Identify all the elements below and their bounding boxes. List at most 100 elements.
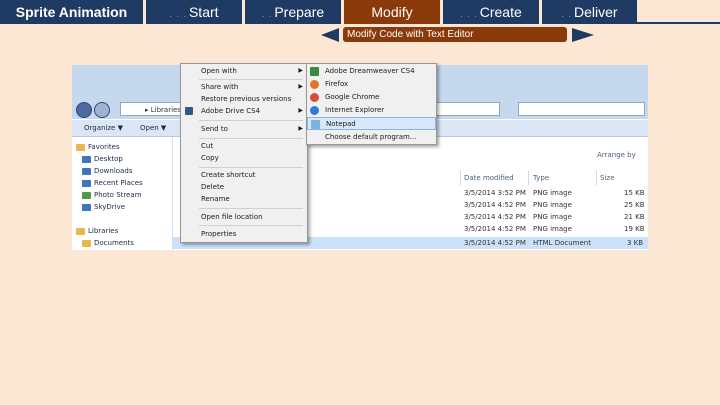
row-size: 3 KB [627, 239, 644, 247]
menu-divider [199, 120, 303, 121]
row-type: PNG image [533, 189, 572, 197]
nav-item-desktop[interactable]: Desktop [82, 153, 123, 165]
tab-deliver[interactable]: . . Deliver [542, 0, 637, 24]
menu-item-label: Create shortcut [201, 171, 256, 179]
nav-item-recent-places[interactable]: Recent Places [82, 177, 143, 189]
menu-item-adobe-drive[interactable]: Adobe Drive CS4 ▶ [181, 105, 307, 117]
menu-divider [199, 79, 303, 80]
menu-divider [199, 167, 303, 168]
menu-divider [199, 138, 303, 139]
menu-item-label: Cut [201, 142, 214, 150]
top-nav-bar: Sprite Animation . . . Start . . Prepare M… [0, 0, 720, 24]
menu-item-label: Restore previous versions [201, 95, 292, 103]
column-header-date[interactable]: Date modified [464, 173, 514, 183]
column-divider[interactable] [596, 171, 597, 185]
menu-item-label: Rename [201, 195, 230, 203]
submenu-item-dreamweaver[interactable]: Adobe Dreamweaver CS4 [307, 65, 436, 78]
desktop-icon [82, 155, 91, 163]
row-size: 25 KB [624, 201, 645, 209]
nav-item-label: Desktop [94, 155, 123, 163]
nav-item-label: Recent Places [94, 179, 143, 187]
tab-prepare[interactable]: . . Prepare [245, 0, 341, 24]
tab-start[interactable]: . . . Start [146, 0, 242, 24]
menu-item-copy[interactable]: Copy [181, 152, 307, 164]
submenu-item-label: Internet Explorer [325, 106, 385, 114]
column-divider[interactable] [460, 171, 461, 185]
downloads-icon [82, 167, 91, 175]
submenu-item-internet-explorer[interactable]: Internet Explorer [307, 104, 436, 117]
menu-item-label: Send to [201, 125, 228, 133]
menu-item-create-shortcut[interactable]: Create shortcut [181, 169, 307, 181]
menu-item-open-file-location[interactable]: Open file location [181, 211, 307, 223]
internet-explorer-icon [310, 106, 319, 115]
nav-item-favorites[interactable]: Favorites [76, 141, 120, 153]
dreamweaver-icon [310, 67, 319, 76]
menu-item-properties[interactable]: Properties [181, 228, 307, 240]
menu-item-open-with[interactable]: Open with ▶ [181, 65, 307, 77]
menu-item-label: Open with [201, 67, 237, 75]
row-type: PNG image [533, 225, 572, 233]
tab-dots: . . . [169, 9, 187, 19]
firefox-icon [310, 80, 319, 89]
search-input[interactable] [518, 102, 645, 116]
documents-icon [82, 239, 91, 247]
nav-item-skydrive[interactable]: SkyDrive [82, 201, 125, 213]
menu-item-label: Open file location [201, 213, 263, 221]
open-with-submenu: Adobe Dreamweaver CS4 Firefox Google Chr… [306, 63, 437, 145]
organize-button[interactable]: Organize ▼ [84, 120, 123, 136]
nav-item-label: Photo Stream [94, 191, 142, 199]
arrange-by-label[interactable]: Arrange by [597, 149, 636, 161]
submenu-item-firefox[interactable]: Firefox [307, 78, 436, 91]
menu-divider [199, 208, 303, 209]
submenu-item-choose-default[interactable]: Choose default program... [307, 131, 436, 144]
photo-stream-icon [82, 191, 91, 199]
nav-item-photo-stream[interactable]: Photo Stream [82, 189, 142, 201]
submenu-item-label: Notepad [326, 120, 356, 128]
menu-item-cut[interactable]: Cut [181, 140, 307, 152]
row-type: HTML Document [533, 239, 591, 247]
row-size: 21 KB [624, 213, 645, 221]
nav-item-downloads[interactable]: Downloads [82, 165, 132, 177]
menu-item-send-to[interactable]: Send to ▶ [181, 123, 307, 135]
submenu-item-label: Firefox [325, 80, 349, 88]
submenu-item-label: Google Chrome [325, 93, 380, 101]
tab-modify[interactable]: Modify [344, 0, 440, 24]
tab-modify-label: Modify [371, 4, 413, 20]
nav-item-documents[interactable]: Documents [82, 237, 134, 249]
column-divider[interactable] [528, 171, 529, 185]
submenu-arrow-icon: ▶ [298, 83, 303, 90]
tab-create-label: Create [479, 4, 522, 20]
row-date: 3/5/2014 3:52 PM [464, 189, 526, 197]
submenu-item-notepad[interactable]: Notepad [307, 117, 436, 130]
menu-item-rename[interactable]: Rename [181, 193, 307, 205]
adobe-drive-icon [185, 107, 193, 115]
nav-item-libraries[interactable]: Libraries [76, 225, 118, 237]
prev-arrow[interactable] [321, 28, 339, 42]
column-header-size[interactable]: Size [600, 173, 614, 183]
open-button[interactable]: Open ▼ [140, 120, 166, 136]
tab-prepare-label: Prepare [274, 4, 325, 20]
next-arrow[interactable] [572, 28, 594, 42]
recent-places-icon [82, 179, 91, 187]
column-header-type[interactable]: Type [533, 173, 549, 183]
tab-dots: . . [561, 9, 572, 19]
tab-deliver-label: Deliver [573, 4, 618, 20]
submenu-arrow-icon: ▶ [298, 107, 303, 114]
menu-item-share-with[interactable]: Share with ▶ [181, 81, 307, 93]
submenu-item-chrome[interactable]: Google Chrome [307, 91, 436, 104]
row-size: 15 KB [624, 189, 645, 197]
submenu-item-label: Choose default program... [325, 133, 417, 141]
nav-item-label: Documents [94, 239, 134, 247]
menu-item-delete[interactable]: Delete [181, 181, 307, 193]
back-button[interactable] [76, 102, 92, 118]
row-type: PNG image [533, 213, 572, 221]
nav-item-label: Favorites [88, 143, 120, 151]
tab-dots: . . . [460, 9, 478, 19]
forward-button[interactable] [94, 102, 110, 118]
menu-item-restore-versions[interactable]: Restore previous versions [181, 93, 307, 105]
nav-item-label: Libraries [88, 227, 119, 235]
star-icon [76, 143, 85, 151]
navigation-pane: Favorites Desktop Downloads Recent Place… [72, 137, 173, 250]
skydrive-icon [82, 203, 91, 211]
tab-create[interactable]: . . . Create [443, 0, 539, 24]
